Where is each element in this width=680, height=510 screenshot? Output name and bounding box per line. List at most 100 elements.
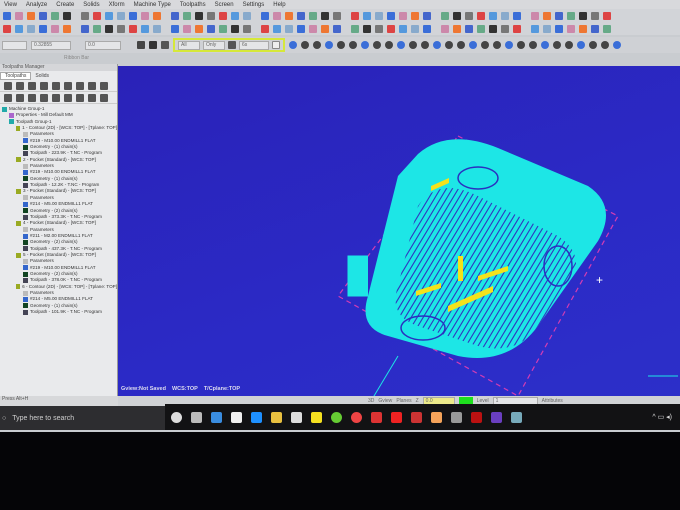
toolbar-button-icon[interactable] [465,11,473,20]
toolbar-button-icon[interactable] [441,24,449,33]
toolbar-button-icon[interactable] [465,24,473,33]
toolbar-button-icon[interactable] [171,24,179,33]
mastercam-icon[interactable] [451,411,462,423]
panel-tool-icon[interactable] [76,81,84,90]
ribbon-tool-icon[interactable] [565,41,573,49]
toolbar-button-icon[interactable] [603,24,611,33]
system-tray[interactable]: ^ ▭ ◂) [652,413,680,421]
toolbar-button-icon[interactable] [153,11,161,20]
toolbar-button-icon[interactable] [243,11,251,20]
ribbon-tool-icon[interactable] [493,41,501,49]
panel-tool-icon[interactable] [16,81,24,90]
toolbar-button-icon[interactable] [195,24,203,33]
toolbar-button-icon[interactable] [501,11,509,20]
cortana-icon[interactable] [171,411,182,423]
toolbar-button-icon[interactable] [351,24,359,33]
ribbon-tool-icon[interactable] [433,41,441,49]
ribbon-tool-icon[interactable] [601,41,609,49]
ribbon-tool-icon[interactable] [313,41,321,49]
tool-icon[interactable] [161,41,169,49]
toolbar-button-icon[interactable] [531,11,539,20]
toolbar-button-icon[interactable] [399,11,407,20]
ribbon-tool-icon[interactable] [505,41,513,49]
ribbon-field-a[interactable] [2,40,27,50]
ribbon-tool-icon[interactable] [457,41,465,49]
acrobat-icon[interactable] [391,411,402,423]
app-network-icon[interactable] [511,411,522,423]
ribbon-tool-icon[interactable] [349,41,357,49]
ribbon-tool-icon[interactable] [337,41,345,49]
app-purple-icon[interactable] [491,411,502,423]
ribbon-field-2[interactable]: 0.0 [85,40,121,50]
toolbar-button-icon[interactable] [297,24,305,33]
toolbar-button-icon[interactable] [219,24,227,33]
ribbon-tool-icon[interactable] [397,41,405,49]
panel-tool-icon[interactable] [28,93,36,102]
toolbar-button-icon[interactable] [183,24,191,33]
toolbar-button-icon[interactable] [453,11,461,20]
app-red-icon[interactable] [371,411,382,423]
panel-tool-icon[interactable] [4,93,12,102]
toolbar-button-icon[interactable] [273,11,281,20]
ribbon-tool-icon[interactable] [589,41,597,49]
menu-toolpaths[interactable]: Toolpaths [180,2,206,8]
toolbar-button-icon[interactable] [579,24,587,33]
toolbar-button-icon[interactable] [51,11,59,20]
toolbar-button-icon[interactable] [51,24,59,33]
toolbar-button-icon[interactable] [285,24,293,33]
toolbar-button-icon[interactable] [333,11,341,20]
toolbar-button-icon[interactable] [375,11,383,20]
mail-icon[interactable] [291,411,302,423]
toolbar-button-icon[interactable] [555,24,563,33]
utorrent-icon[interactable] [331,411,342,423]
toolbar-button-icon[interactable] [27,11,35,20]
toolbar-button-icon[interactable] [207,24,215,33]
toolbar-button-icon[interactable] [477,11,485,20]
ribbon-tool-icon[interactable] [325,41,333,49]
toolbar-button-icon[interactable] [15,11,23,20]
toolbar-button-icon[interactable] [219,11,227,20]
toolbar-button-icon[interactable] [207,11,215,20]
ribbon-tool-icon[interactable] [613,41,621,49]
toolbar-button-icon[interactable] [351,11,359,20]
task-view-icon[interactable] [191,411,202,423]
toolbar-button-icon[interactable] [591,24,599,33]
ribbon-tool-icon[interactable] [541,41,549,49]
toolbar-button-icon[interactable] [39,24,47,33]
toolbar-button-icon[interactable] [117,24,125,33]
toolbar-button-icon[interactable] [105,11,113,20]
toolbar-button-icon[interactable] [363,11,371,20]
panel-tool-icon[interactable] [16,93,24,102]
menu-analyze[interactable]: Analyze [26,2,47,8]
toolbar-button-icon[interactable] [3,11,11,20]
checkbox-icon[interactable] [272,41,280,49]
ribbon-tool-icon[interactable] [469,41,477,49]
ribbon-tool-icon[interactable] [517,41,525,49]
app-red2-icon[interactable] [411,411,422,423]
toolbar-button-icon[interactable] [309,11,317,20]
tool-icon[interactable] [137,41,145,49]
chrome-icon[interactable] [351,411,362,423]
store-icon[interactable] [231,411,242,423]
toolbar-button-icon[interactable] [39,11,47,20]
toolbar-button-icon[interactable] [567,24,575,33]
toolbar-button-icon[interactable] [513,24,521,33]
tool-icon[interactable] [149,41,157,49]
panel-tool-icon[interactable] [40,93,48,102]
toolbar-button-icon[interactable] [453,24,461,33]
ribbon-tool-icon[interactable] [553,41,561,49]
search-box[interactable]: ○ Type here to search [0,406,165,430]
toolbar-button-icon[interactable] [81,24,89,33]
toolbar-button-icon[interactable] [15,24,23,33]
menu-screen[interactable]: Screen [215,2,234,8]
select-all-button[interactable]: All [178,40,200,50]
toolbar-button-icon[interactable] [129,24,137,33]
toolbar-button-icon[interactable] [129,11,137,20]
toolbar-button-icon[interactable] [285,11,293,20]
toolbar-button-icon[interactable] [555,11,563,20]
ribbon-tool-icon[interactable] [385,41,393,49]
toolbar-button-icon[interactable] [411,11,419,20]
toolbar-button-icon[interactable] [105,24,113,33]
toolbar-button-icon[interactable] [3,24,11,33]
panel-tool-icon[interactable] [52,93,60,102]
